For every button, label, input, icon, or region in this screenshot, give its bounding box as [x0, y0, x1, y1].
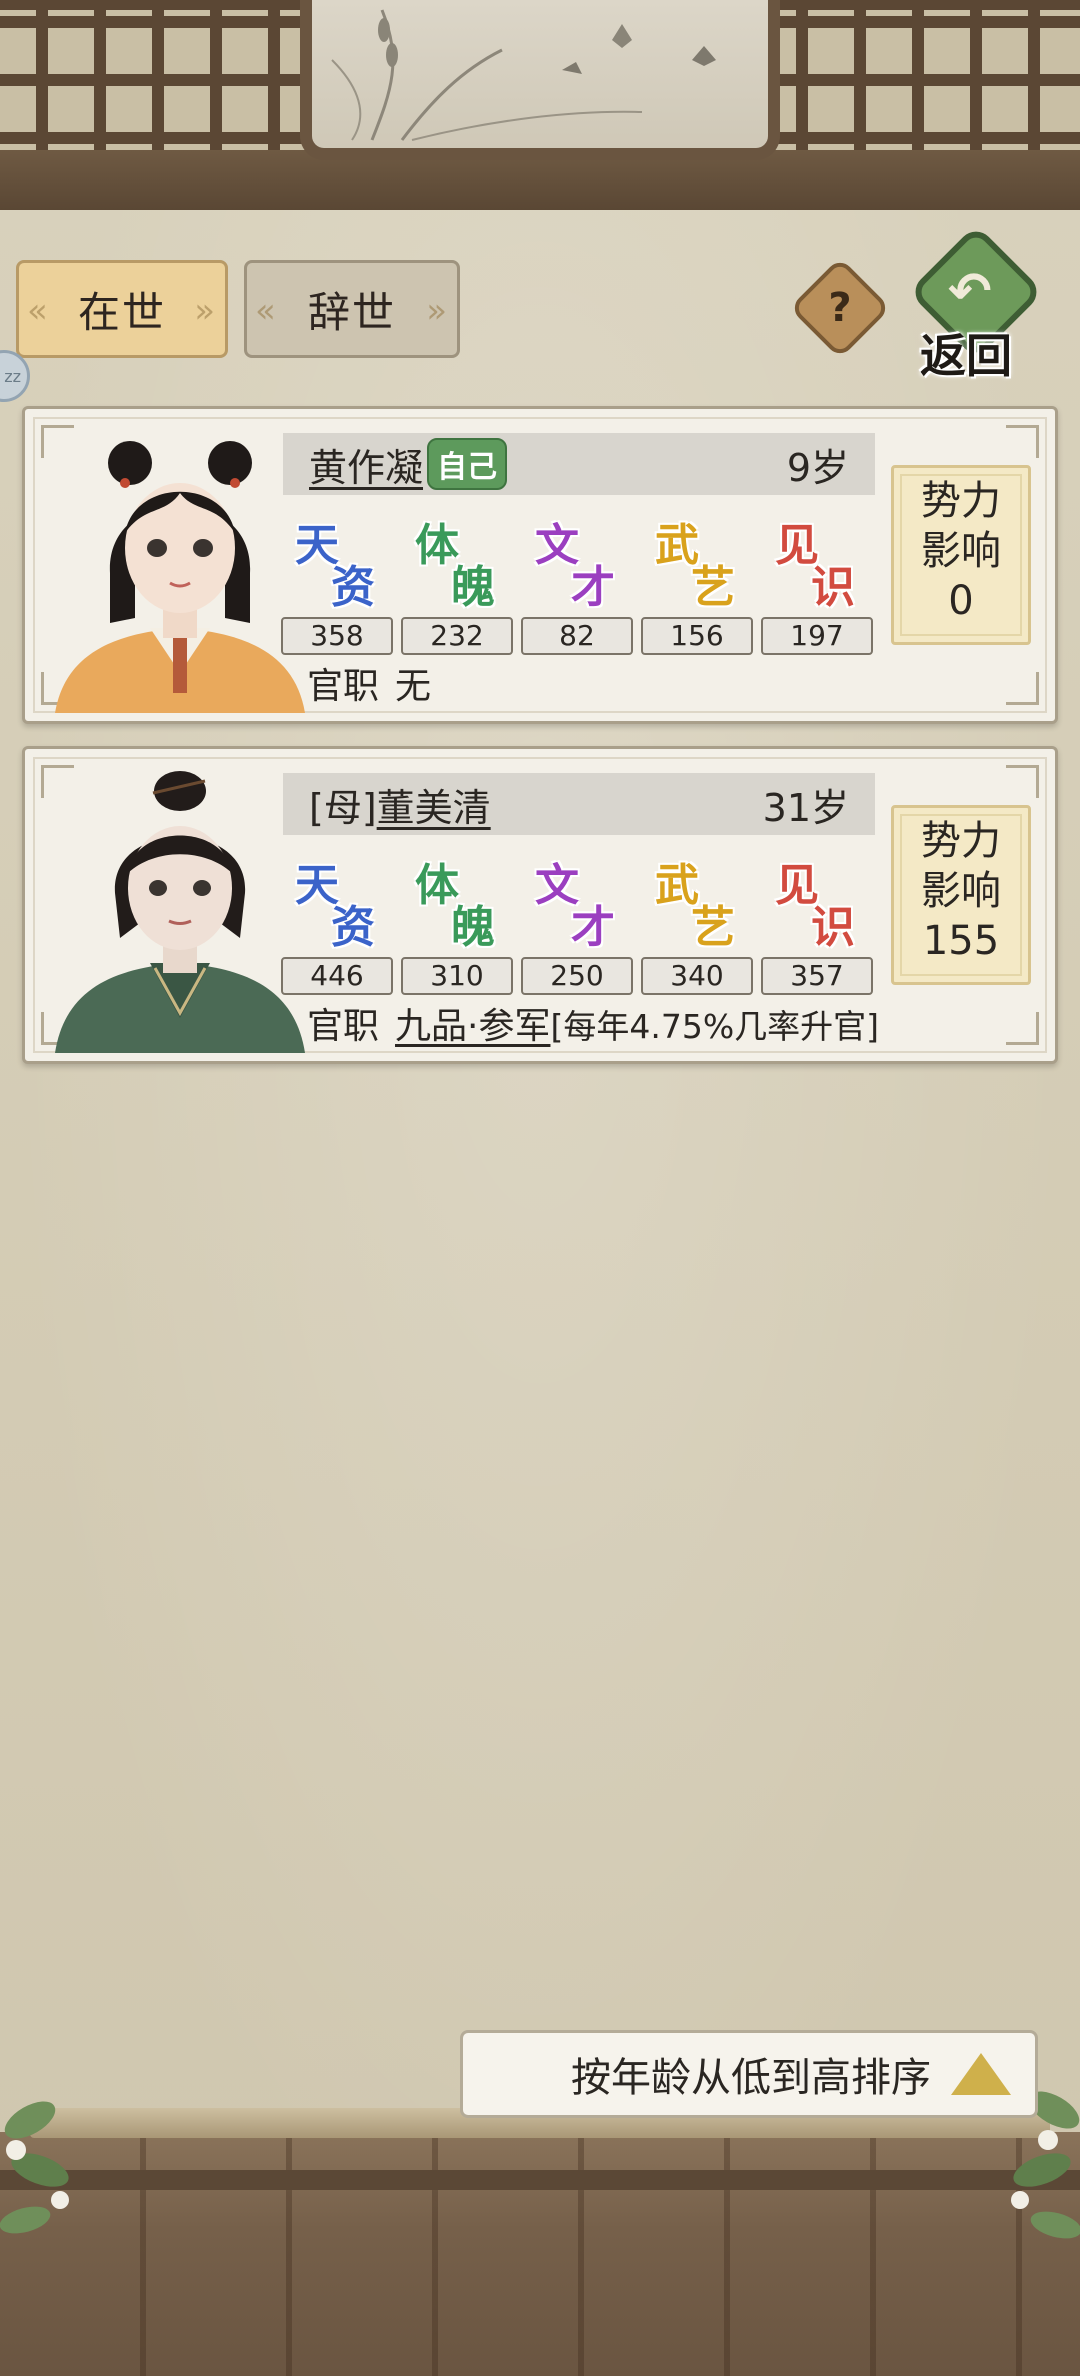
character-name[interactable]: 董美清 [377, 777, 491, 832]
character-card-mother[interactable]: [母] 董美清 31岁 天 资 446 体 魄 310 文 才 250 武 艺 … [22, 746, 1058, 1064]
influence-label-1: 势力 [921, 818, 1001, 864]
stat-value: 82 [521, 617, 633, 655]
self-badge: 自己 [427, 438, 508, 490]
back-button-label: 返回 [920, 329, 1012, 383]
stat-value: 446 [281, 957, 393, 995]
tab-deceased[interactable]: « 辞世 » [244, 260, 460, 358]
card-corner [1006, 765, 1039, 798]
office-post[interactable]: 九品·参军 [395, 1006, 550, 1047]
stat-label: 才 [571, 902, 615, 953]
sort-by-age-button[interactable]: 按年龄从低到高排序 [460, 2030, 1038, 2118]
character-name[interactable]: 黄作凝 [309, 437, 423, 492]
back-arrow-icon: ↶ [948, 262, 992, 322]
stat-label: 识 [811, 562, 855, 613]
help-icon: ? [828, 285, 852, 331]
stat-physique: 体 魄 310 [401, 849, 513, 997]
influence-label-2: 影响 [921, 528, 1001, 574]
stat-value: 250 [521, 957, 633, 995]
portrait-woman [55, 771, 305, 1053]
tab-deceased-label: 辞世 [307, 287, 396, 337]
flower-decoration-icon [0, 2101, 69, 2234]
character-age: 9岁 [786, 445, 849, 490]
influence-label-1: 势力 [921, 478, 1001, 524]
stat-physique: 体 魄 232 [401, 509, 513, 657]
name-bar: 黄作凝 自己 9岁 [283, 433, 875, 495]
top-window-frame [0, 0, 1080, 250]
stat-value: 357 [761, 957, 873, 995]
character-card-self[interactable]: 黄作凝 自己 9岁 天 资 358 体 魄 232 文 才 82 武 艺 156… [22, 406, 1058, 724]
influence-label-2: 影响 [921, 868, 1001, 914]
stats-row: 天 资 446 体 魄 310 文 才 250 武 艺 340 见 识 357 [281, 849, 881, 997]
name-bar: [母] 董美清 31岁 [283, 773, 875, 835]
stat-literary: 文 才 82 [521, 509, 633, 657]
stat-value: 197 [761, 617, 873, 655]
tab-alive-label: 在世 [77, 287, 166, 337]
office-label: 官职 [307, 1006, 380, 1047]
tab-deco-right: » [194, 291, 217, 331]
stat-knowledge: 见 识 197 [761, 509, 873, 657]
stat-label: 魄 [451, 902, 495, 953]
orchid-painting [300, 0, 780, 160]
wooden-shelf [0, 2132, 1080, 2376]
stat-value: 156 [641, 617, 753, 655]
tab-deco-right: » [426, 291, 449, 331]
office-rate: [每年4.75%几率升官] [550, 1007, 880, 1046]
card-corner [1006, 425, 1039, 458]
tab-deco-left: « [255, 291, 278, 331]
influence-value: 155 [922, 918, 1000, 964]
tab-deco-left: « [27, 291, 50, 331]
office-label: 官职 [307, 666, 380, 707]
stat-label: 识 [811, 902, 855, 953]
stats-row: 天 资 358 体 魄 232 文 才 82 武 艺 156 见 识 197 [281, 509, 881, 657]
stat-value: 310 [401, 957, 513, 995]
back-button[interactable]: ↶ 返回 [906, 224, 1056, 383]
influence-box: 势力 影响 0 [891, 465, 1031, 645]
sort-label: 按年龄从低到高排序 [571, 2055, 931, 2101]
stat-label: 艺 [691, 562, 735, 613]
stat-label: 资 [331, 562, 375, 613]
office-line: 官职 九品·参军[每年4.75%几率升官] [307, 997, 879, 1049]
portrait-girl [55, 441, 305, 713]
stat-label: 艺 [691, 902, 735, 953]
influence-value: 0 [948, 578, 974, 624]
stat-talent: 天 资 446 [281, 849, 393, 997]
stat-value: 232 [401, 617, 513, 655]
relation-label: [母] [309, 785, 377, 830]
sort-ascending-icon [951, 2053, 1011, 2095]
office-line: 官职无 [307, 657, 431, 709]
character-age: 31岁 [762, 785, 849, 830]
stat-martial: 武 艺 340 [641, 849, 753, 997]
stat-value: 340 [641, 957, 753, 995]
stat-label: 资 [331, 902, 375, 953]
stat-label: 才 [571, 562, 615, 613]
stat-literary: 文 才 250 [521, 849, 633, 997]
office-post: 无 [395, 666, 432, 707]
influence-box: 势力 影响 155 [891, 805, 1031, 985]
stat-label: 魄 [451, 562, 495, 613]
card-corner [1006, 672, 1039, 705]
side-bubble-label: zz [4, 366, 21, 386]
card-corner [1006, 1012, 1039, 1045]
stat-martial: 武 艺 156 [641, 509, 753, 657]
stat-talent: 天 资 358 [281, 509, 393, 657]
stat-knowledge: 见 识 357 [761, 849, 873, 997]
stat-value: 358 [281, 617, 393, 655]
shelf-lip [0, 2170, 1080, 2190]
tab-alive[interactable]: « 在世 » [16, 260, 228, 358]
